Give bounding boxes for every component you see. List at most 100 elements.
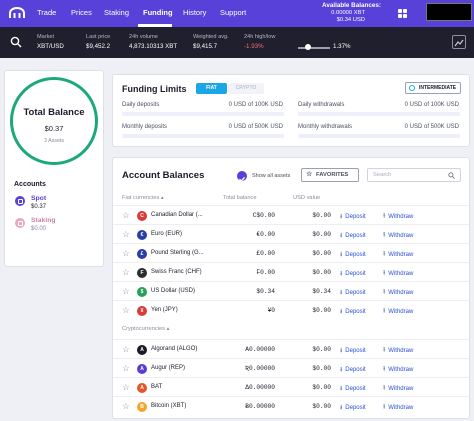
currency-name: Pound Sterling (G... xyxy=(151,250,204,256)
monthly-withdrawals-bar xyxy=(298,134,460,138)
balance-row: ☆ € Euro (EUR) €0.00 $0.00 ⭳ Deposit ⭱ Withdraw xyxy=(113,225,469,244)
spot-account-value: $0.37 xyxy=(31,204,47,210)
monthly-withdrawals-value: 0 USD of 500K USD xyxy=(404,124,459,130)
withdraw-button[interactable]: ⭱ Withdraw xyxy=(383,212,413,223)
withdraw-label: Withdraw xyxy=(388,233,414,239)
upload-icon: ⭱ xyxy=(383,347,386,354)
fiat-toggle[interactable]: FIAT xyxy=(196,83,227,94)
nav-staking[interactable]: Staking xyxy=(104,8,129,17)
spot-account-name[interactable]: Spot xyxy=(31,195,46,202)
row-divider xyxy=(113,205,469,206)
download-icon: ⭳ xyxy=(340,232,343,239)
upload-icon: ⭱ xyxy=(383,232,386,239)
fiat-currencies-header[interactable]: Fiat currencies ▴ xyxy=(122,195,164,201)
search-icon xyxy=(448,172,455,179)
usd-value: $0.00 xyxy=(312,212,331,219)
nav-funding[interactable]: Funding xyxy=(143,8,173,17)
upload-icon: ⭱ xyxy=(383,270,386,277)
favorite-star-icon[interactable]: ☆ xyxy=(122,344,130,355)
upload-icon: ⭱ xyxy=(383,308,386,315)
chart-icon[interactable] xyxy=(452,35,466,49)
withdraw-button[interactable]: ⭱ Withdraw xyxy=(383,288,413,299)
row-divider xyxy=(113,262,469,263)
favorite-star-icon[interactable]: ☆ xyxy=(122,401,130,412)
verification-tier-badge[interactable]: INTERMEDIATE xyxy=(405,82,461,94)
deposit-label: Deposit xyxy=(345,386,366,392)
withdraw-button[interactable]: ⭱ Withdraw xyxy=(383,346,413,357)
apps-grid-icon[interactable] xyxy=(398,9,407,18)
favorites-label: FAVORITES xyxy=(316,172,349,178)
favorite-star-icon[interactable]: ☆ xyxy=(122,286,130,297)
staking-account-name[interactable]: Staking xyxy=(31,217,56,224)
total-balance-value: F0.00 xyxy=(256,269,275,276)
deposit-button[interactable]: ⭳ Deposit xyxy=(340,250,366,261)
deposit-button[interactable]: ⭳ Deposit xyxy=(340,288,366,299)
favorite-star-icon[interactable]: ☆ xyxy=(122,267,130,278)
low-change-value: -1.93% xyxy=(244,43,264,50)
account-menu-button[interactable] xyxy=(426,3,472,21)
withdraw-button[interactable]: ⭱ Withdraw xyxy=(383,307,413,318)
deposit-button[interactable]: ⭳ Deposit xyxy=(340,384,366,395)
currency-name: US Dollar (USD) xyxy=(151,288,196,294)
favorite-star-icon[interactable]: ☆ xyxy=(122,210,130,221)
market-value[interactable]: XBT/USD xyxy=(37,43,64,50)
monthly-deposits-label: Monthly deposits xyxy=(122,124,168,130)
deposit-button[interactable]: ⭳ Deposit xyxy=(340,269,366,280)
crypto-currencies-header[interactable]: Cryptocurrencies ▴ xyxy=(122,326,169,332)
daily-deposits-label: Daily deposits xyxy=(122,102,160,108)
nav-history[interactable]: History xyxy=(183,8,206,17)
currency-icon: £ xyxy=(137,248,147,259)
balance-row: ☆ F Swiss Franc (CHF) F0.00 $0.00 ⭳ Deposit ⭱ Wi… xyxy=(113,263,469,282)
show-all-label[interactable]: Show all assets xyxy=(252,173,290,179)
deposit-label: Deposit xyxy=(345,271,366,277)
withdraw-button[interactable]: ⭱ Withdraw xyxy=(383,403,413,414)
favorite-star-icon[interactable]: ☆ xyxy=(122,248,130,259)
funding-limits-panel: Funding Limits FIAT CRYPTO INTERMEDIATE … xyxy=(112,74,470,147)
usd-value: $0.00 xyxy=(312,269,331,276)
favorite-star-icon[interactable]: ☆ xyxy=(122,382,130,393)
favorites-button[interactable]: ☆ FAVORITES xyxy=(301,168,359,182)
total-balance-value: €0.00 xyxy=(256,231,275,238)
currency-name: Augur (REP) xyxy=(151,365,186,371)
deposit-button[interactable]: ⭳ Deposit xyxy=(340,307,366,318)
usd-value-column-header[interactable]: USD value xyxy=(293,195,320,201)
kraken-logo-icon[interactable] xyxy=(8,7,26,19)
favorite-star-icon[interactable]: ☆ xyxy=(122,363,130,374)
withdraw-button[interactable]: ⭱ Withdraw xyxy=(383,269,413,280)
row-divider xyxy=(113,339,469,340)
deposit-button[interactable]: ⭳ Deposit xyxy=(340,346,366,357)
asset-search-input[interactable]: Search xyxy=(367,168,461,182)
favorite-star-icon[interactable]: ☆ xyxy=(122,305,130,316)
total-balance-column-header[interactable]: Total balance xyxy=(223,195,257,201)
usd-value: $0.00 xyxy=(312,307,331,314)
upload-icon: ⭱ xyxy=(383,385,386,392)
search-icon[interactable] xyxy=(10,36,22,48)
withdraw-label: Withdraw xyxy=(388,348,414,354)
balance-row: ☆ A BAT Δ0.00000 $0.00 ⭳ Deposit ⭱ Withdraw xyxy=(113,378,469,397)
available-xbt: 0.00000 XBT xyxy=(331,10,365,16)
download-icon: ⭳ xyxy=(340,404,343,411)
nav-prices[interactable]: Prices xyxy=(71,8,92,17)
withdraw-button[interactable]: ⭱ Withdraw xyxy=(383,384,413,395)
deposit-button[interactable]: ⭳ Deposit xyxy=(340,365,366,376)
deposit-button[interactable]: ⭳ Deposit xyxy=(340,212,366,223)
volume-value: 4,873.10313 XBT xyxy=(129,43,178,50)
favorite-star-icon[interactable]: ☆ xyxy=(122,229,130,240)
nav-support[interactable]: Support xyxy=(220,8,246,17)
withdraw-button[interactable]: ⭱ Withdraw xyxy=(383,365,413,376)
withdraw-button[interactable]: ⭱ Withdraw xyxy=(383,231,413,242)
deposit-label: Deposit xyxy=(345,405,366,411)
daily-deposits-value: 0 USD of 100K USD xyxy=(228,102,283,108)
deposit-button[interactable]: ⭳ Deposit xyxy=(340,403,366,414)
withdraw-button[interactable]: ⭱ Withdraw xyxy=(383,250,413,261)
total-balance-value: Δ0.00000 xyxy=(245,384,275,391)
crypto-toggle[interactable]: CRYPTO xyxy=(228,83,264,94)
deposit-button[interactable]: ⭳ Deposit xyxy=(340,231,366,242)
nav-trade[interactable]: Trade xyxy=(37,8,56,17)
app-root: Trade Prices Staking Funding History Sup… xyxy=(0,0,474,421)
monthly-deposits-bar xyxy=(122,134,284,138)
show-all-checkbox[interactable] xyxy=(237,171,247,182)
download-icon: ⭳ xyxy=(340,270,343,277)
currency-name: BAT xyxy=(151,384,163,390)
total-balance-value: C$0.00 xyxy=(252,212,275,219)
